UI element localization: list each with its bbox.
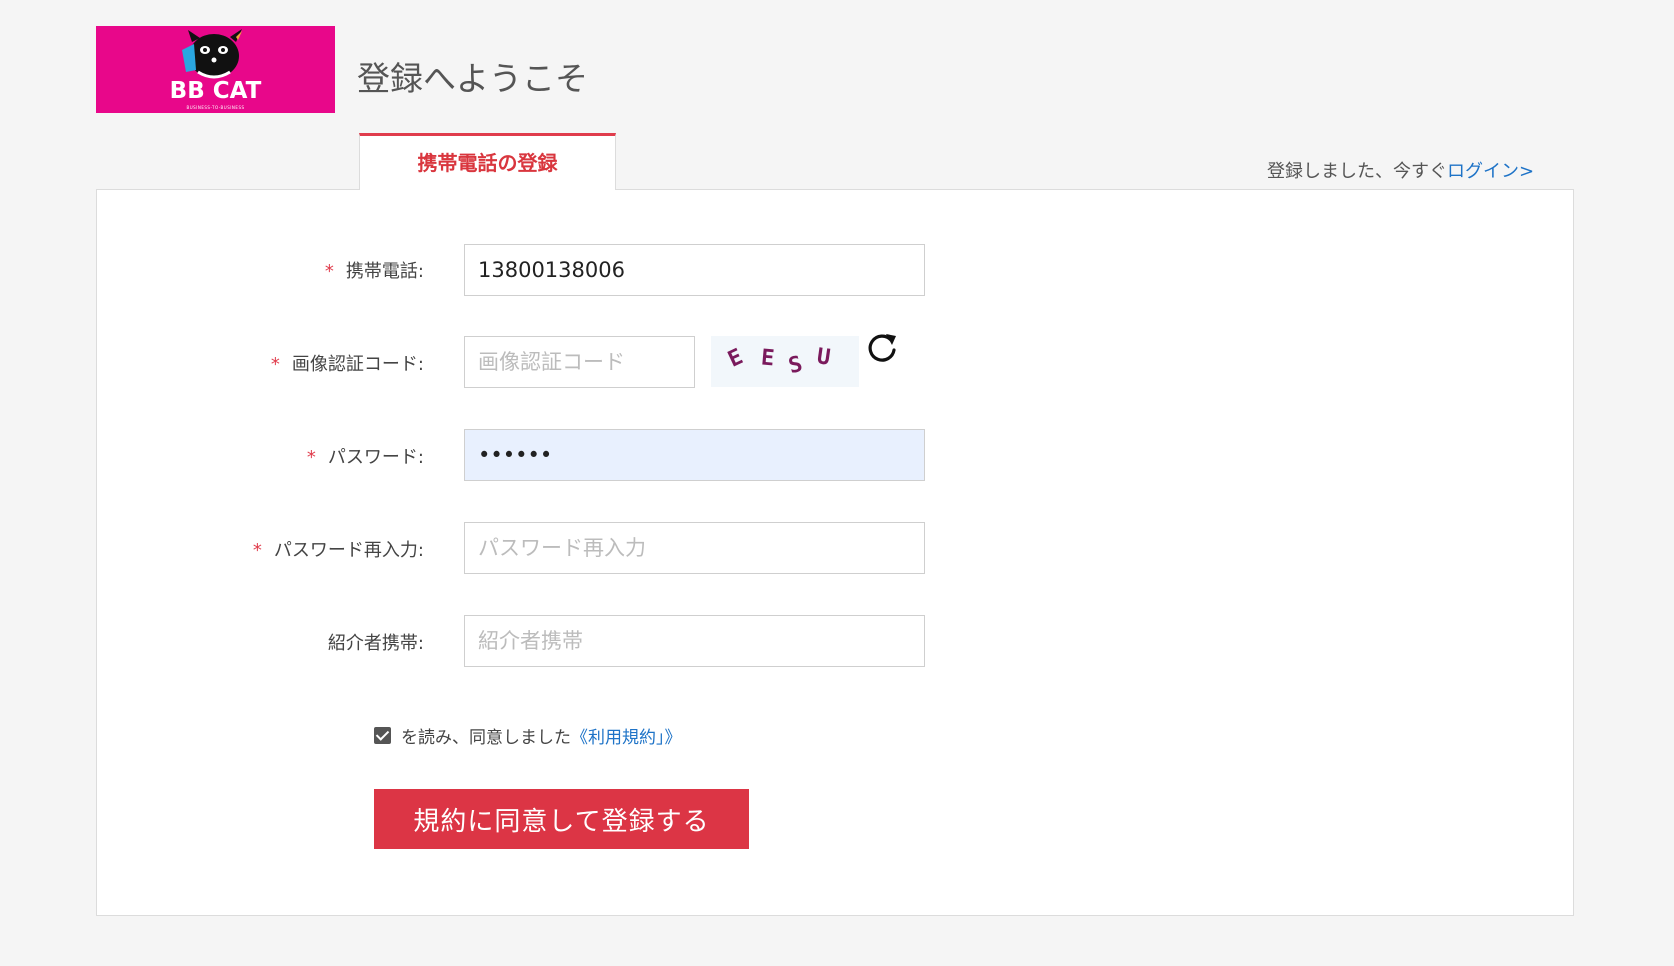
password-confirm-label: * パスワード再入力:: [253, 536, 424, 562]
refresh-icon[interactable]: [864, 330, 900, 366]
login-link[interactable]: ログイン>: [1447, 161, 1534, 182]
agree-checkbox[interactable]: [374, 727, 391, 744]
logo-text: BB CAT: [169, 78, 262, 104]
password-label: * パスワード:: [307, 443, 424, 469]
password-input[interactable]: [464, 429, 925, 481]
referrer-label: 紹介者携帯:: [327, 633, 424, 654]
referrer-input[interactable]: [464, 615, 925, 667]
captcha-label: * 画像認証コード:: [271, 350, 424, 376]
captcha-input[interactable]: [464, 336, 695, 388]
register-button[interactable]: 規約に同意して登録する: [374, 789, 749, 849]
password-confirm-label-text: パスワード再入力:: [273, 540, 424, 561]
tab-phone-register[interactable]: 携帯電話の登録: [359, 133, 616, 190]
phone-label-text: 携帯電話:: [345, 261, 424, 282]
login-hint-text: 登録しました、今すぐ: [1267, 161, 1447, 182]
phone-input[interactable]: [464, 244, 925, 296]
logo[interactable]: BB CAT BUSINESS-TO-BUSINESS: [96, 26, 335, 113]
required-mark: *: [270, 354, 280, 375]
page-title: 登録へようこそ: [357, 59, 588, 98]
captcha-char: E: [759, 345, 776, 372]
captcha-char: S: [785, 351, 806, 380]
required-mark: *: [306, 447, 316, 468]
terms-agreement: を読み、同意しました 《利用規約」》: [374, 723, 682, 748]
password-confirm-input[interactable]: [464, 522, 925, 574]
captcha-char: E: [724, 344, 747, 373]
required-mark: *: [252, 540, 262, 561]
captcha-char: U: [815, 344, 832, 371]
captcha-label-text: 画像認証コード:: [291, 354, 424, 375]
logo-tagline: BUSINESS-TO-BUSINESS: [186, 105, 245, 110]
phone-label: * 携帯電話:: [325, 257, 424, 283]
terms-link[interactable]: 《利用規約」》: [571, 723, 682, 748]
required-mark: *: [324, 261, 334, 282]
login-hint: 登録しました、今すぐログイン>: [1267, 157, 1534, 183]
password-label-text: パスワード:: [327, 447, 424, 468]
captcha-image[interactable]: E E S U: [711, 336, 859, 387]
agree-text: を読み、同意しました: [401, 728, 571, 748]
